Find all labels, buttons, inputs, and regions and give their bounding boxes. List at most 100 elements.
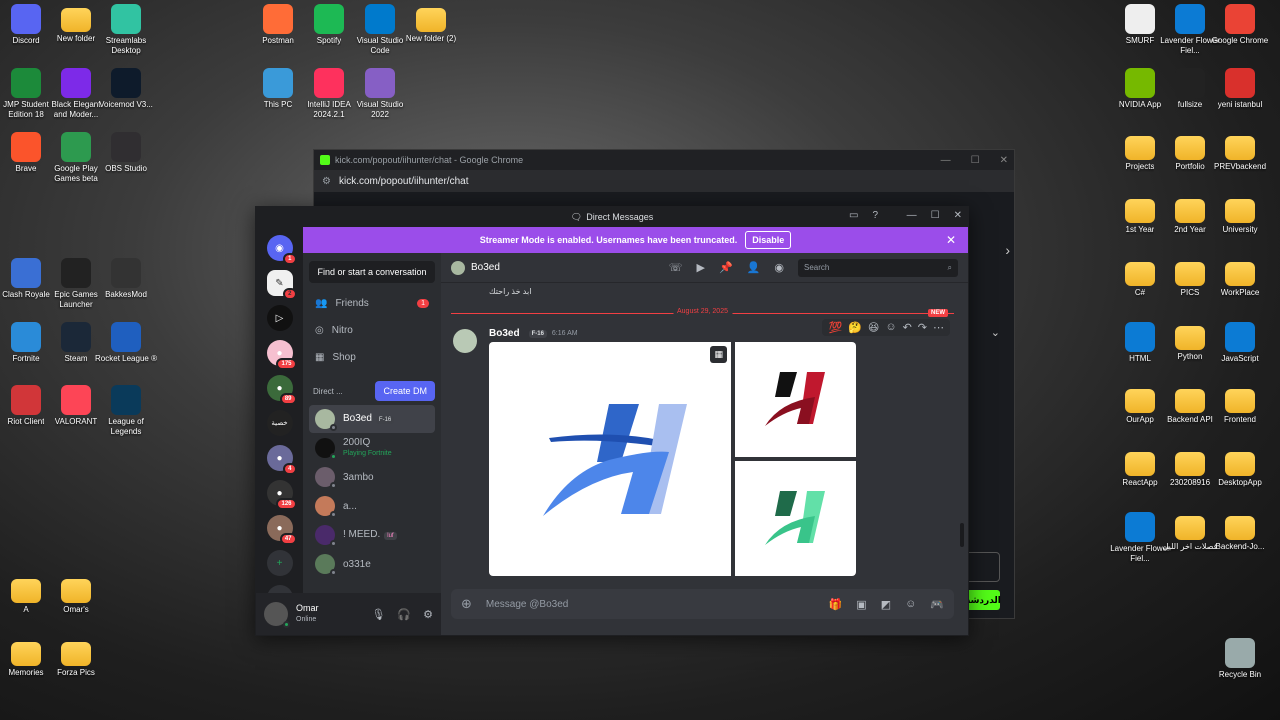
dm-list-item[interactable]: 200IQ Playing Fortnite: [309, 434, 435, 462]
minimize-icon[interactable]: —: [941, 155, 951, 166]
attachment-image[interactable]: ▦: [489, 342, 731, 576]
gif-icon[interactable]: ▣: [856, 598, 866, 611]
minimize-icon[interactable]: —: [907, 210, 917, 221]
folder-icon: [1225, 452, 1255, 476]
gift-icon[interactable]: 🎁: [829, 598, 843, 611]
edge-icon: [1125, 512, 1155, 542]
video-icon[interactable]: ▶: [697, 261, 705, 274]
desktop-icon[interactable]: OBS Studio: [94, 132, 158, 174]
dm-list-item[interactable]: 3ambo: [309, 463, 435, 491]
desktop-icon[interactable]: University: [1208, 195, 1272, 235]
server-icon[interactable]: ● 89: [266, 375, 297, 405]
message-input[interactable]: Message @Bo3ed: [486, 599, 568, 610]
server-icon[interactable]: ● 126: [266, 480, 297, 510]
address-bar[interactable]: ⚙ kick.com/popout/iihunter/chat: [314, 170, 1014, 192]
attach-plus-icon[interactable]: ⊕: [461, 596, 472, 612]
desktop-icon[interactable]: League of Legends: [94, 385, 158, 437]
desktop-icon[interactable]: PREVbackend: [1208, 132, 1272, 172]
server-icon[interactable]: خصية: [266, 410, 293, 436]
microphone-icon[interactable]: 🎙: [371, 608, 385, 621]
add-friend-icon[interactable]: 👤: [747, 261, 761, 274]
add-reaction-icon[interactable]: ☺: [885, 321, 896, 334]
desktop-icon[interactable]: Recycle Bin: [1208, 638, 1272, 680]
reply-icon[interactable]: ↶: [903, 321, 912, 334]
forward-icon[interactable]: ↷: [918, 321, 927, 334]
chevron-right-icon[interactable]: ›: [1005, 242, 1010, 258]
disable-streamer-button[interactable]: Disable: [745, 231, 792, 249]
close-icon[interactable]: ✕: [954, 210, 962, 221]
inbox-icon[interactable]: ▭: [849, 210, 858, 221]
chevron-down-icon[interactable]: ⌄: [991, 326, 1000, 339]
pin-icon[interactable]: 📌: [719, 261, 733, 274]
sticker-icon[interactable]: ◩: [881, 598, 891, 611]
desktop-icon[interactable]: Visual Studio 2022: [348, 68, 412, 120]
reaction-100-icon[interactable]: 💯: [828, 321, 842, 334]
desktop-icon[interactable]: Google Chrome: [1208, 4, 1272, 46]
maximize-icon[interactable]: ☐: [971, 155, 980, 166]
visual-studio-icon: [365, 68, 395, 98]
server-icon[interactable]: ✎ 2: [266, 270, 297, 300]
nav-item-friends[interactable]: 👥 Friends 1: [309, 291, 435, 315]
desktop-icon[interactable]: JavaScript: [1208, 322, 1272, 364]
apps-icon[interactable]: 🎮: [930, 598, 944, 611]
help-icon[interactable]: ?: [872, 210, 878, 221]
site-info-icon[interactable]: ⚙: [322, 176, 331, 187]
reaction-emoji-icon[interactable]: 🤔: [848, 321, 862, 334]
desktop-icon[interactable]: Streamlabs Desktop: [94, 4, 158, 56]
folder-icon: [61, 579, 91, 603]
nav-item-shop[interactable]: ▦ Shop: [309, 345, 435, 369]
desktop-icon-label: 1st Year: [1125, 225, 1155, 234]
avatar[interactable]: [264, 602, 290, 628]
attachment-image[interactable]: [735, 342, 856, 457]
maximize-icon[interactable]: ☐: [931, 210, 940, 221]
desktop-icon[interactable]: Omar's: [44, 575, 108, 615]
home-icon[interactable]: ◉ 1: [266, 235, 297, 265]
dm-list-item[interactable]: a...: [309, 492, 435, 520]
desktop-icon[interactable]: Rocket League ®: [94, 322, 158, 364]
desktop-icon[interactable]: New folder (2): [399, 4, 463, 44]
create-dm-button[interactable]: Create DM: [375, 381, 435, 401]
settings-gear-icon[interactable]: ⚙: [423, 608, 433, 621]
channel-name: Bo3ed: [471, 262, 500, 273]
image-options-icon[interactable]: ▦: [710, 346, 727, 363]
desktop-icon[interactable]: BakkesMod: [94, 258, 158, 300]
message-author[interactable]: Bo3ed: [489, 328, 520, 339]
desktop-icon[interactable]: yeni istanbul: [1208, 68, 1272, 110]
desktop-icon[interactable]: Backend-Jo...: [1208, 512, 1272, 552]
message-composer[interactable]: ⊕ Message @Bo3ed 🎁 ▣ ◩ ☺ 🎮: [451, 589, 954, 619]
server-icon[interactable]: ● 4: [266, 445, 297, 475]
edge-icon: [1175, 4, 1205, 34]
nav-item-nitro[interactable]: ◎ Nitro: [309, 318, 435, 342]
find-conversation-button[interactable]: Find or start a conversation: [309, 261, 435, 283]
server-icon[interactable]: ● 47: [266, 515, 297, 545]
server-icon[interactable]: ▷: [266, 305, 293, 331]
add-server-icon[interactable]: +: [266, 550, 293, 576]
chat-pane: Bo3ed ☏ ▶ 📌 👤 ◉ Search ⌕ ابد خذ راحتك Au…: [441, 253, 968, 635]
emoji-icon[interactable]: ☺: [905, 598, 916, 611]
reaction-smile-icon[interactable]: 😆: [868, 321, 879, 334]
dm-list-item[interactable]: Bo3ed F-16: [309, 405, 435, 433]
dm-list-item[interactable]: o331e: [309, 550, 435, 578]
server-icon[interactable]: ● 175: [266, 340, 297, 370]
headphones-icon[interactable]: 🎧: [397, 608, 411, 621]
chat-scrollbar[interactable]: [960, 523, 964, 547]
close-banner-icon[interactable]: ✕: [946, 233, 956, 247]
desktop-icon[interactable]: Forza Pics: [44, 638, 108, 678]
desktop-icon[interactable]: Voicemod V3...: [94, 68, 158, 110]
desktop-icon[interactable]: Frontend: [1208, 385, 1272, 425]
dm-list-item[interactable]: ! MEED. luf: [309, 521, 435, 549]
search-input[interactable]: Search ⌕: [798, 258, 958, 277]
more-icon[interactable]: ⋯: [933, 321, 944, 334]
desktop-icon[interactable]: DesktopApp: [1208, 448, 1272, 488]
attachment-image[interactable]: [735, 461, 856, 576]
call-icon[interactable]: ☏: [669, 261, 683, 274]
close-icon[interactable]: ✕: [1000, 155, 1008, 166]
profile-icon[interactable]: ◉: [774, 261, 784, 274]
desktop-icon-label: Backend-Jo...: [1215, 542, 1265, 551]
chat-send-button[interactable]: الدردشة: [965, 590, 1001, 610]
discord-window[interactable]: 🗨 Direct Messages ▭ ? — ☐ ✕ ◉ 1 ✎ 2 ▷ ● 175…: [255, 206, 969, 636]
epic-games-icon: [61, 258, 91, 288]
desktop-icon[interactable]: WorkPlace: [1208, 258, 1272, 298]
avatar[interactable]: [453, 329, 477, 353]
valorant-icon: [61, 385, 91, 415]
